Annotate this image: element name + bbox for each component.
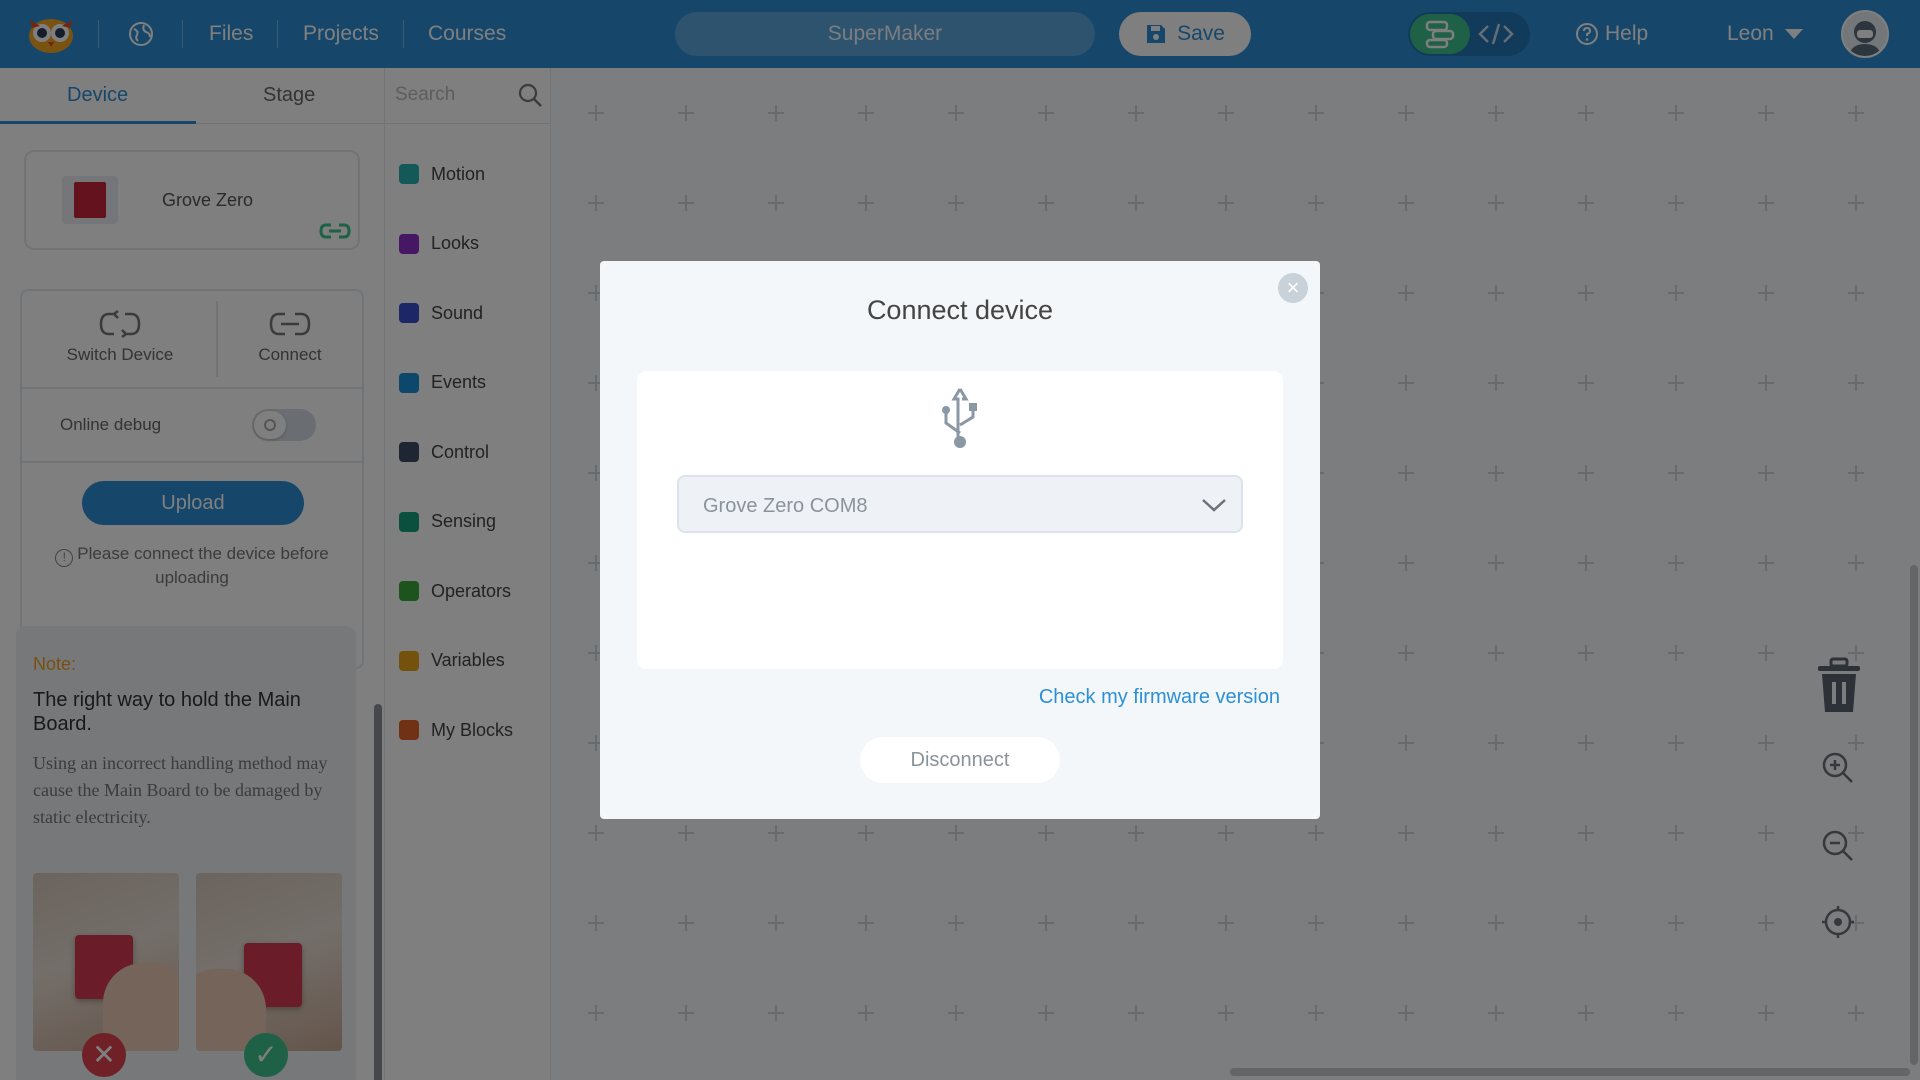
port-select[interactable]: Grove Zero COM8 (677, 475, 1243, 533)
disconnect-button[interactable]: Disconnect (860, 737, 1060, 783)
port-panel: Grove Zero COM8 (637, 371, 1283, 669)
usb-icon (942, 388, 977, 448)
port-select-value: Grove Zero COM8 (703, 495, 868, 517)
chevron-down-icon (1202, 499, 1226, 512)
check-firmware-link[interactable]: Check my firmware version (1039, 686, 1280, 709)
close-icon[interactable]: × (1278, 273, 1308, 303)
connect-device-dialog: Connect device × Grove Zero COM8 Check m… (600, 261, 1320, 819)
dialog-title: Connect device (866, 295, 1054, 325)
